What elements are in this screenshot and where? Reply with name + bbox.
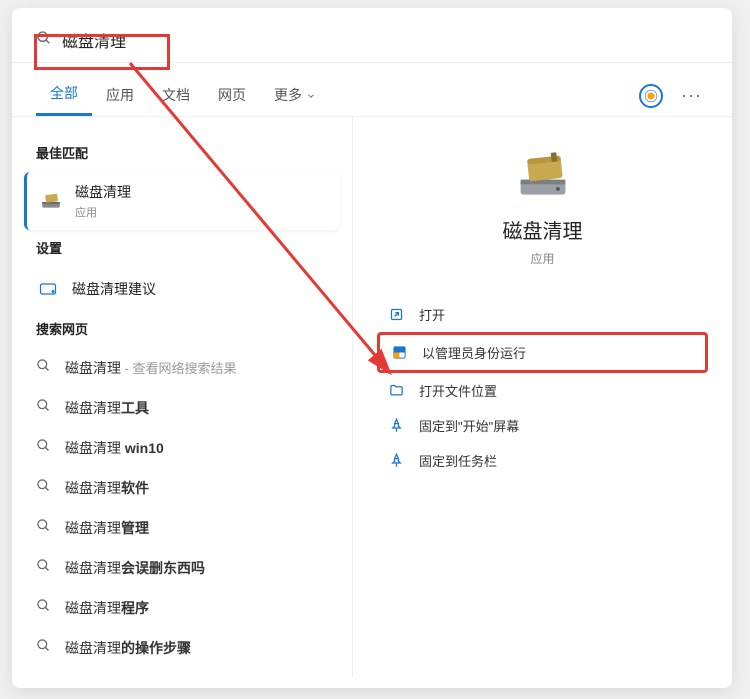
preview-sub: 应用 [377, 250, 708, 267]
search-icon [36, 398, 51, 418]
settings-item[interactable]: 磁盘清理建议 [24, 267, 340, 311]
tab-more[interactable]: 更多 [260, 77, 330, 115]
tab-docs[interactable]: 文档 [148, 77, 204, 115]
action-open[interactable]: 打开 [377, 297, 708, 332]
search-bar[interactable]: 磁盘清理 [12, 8, 732, 63]
disk-icon [36, 277, 60, 301]
search-icon [36, 438, 51, 458]
content-area: 最佳匹配 磁盘清理 应用 设置 磁盘清理建议 搜索网页 [12, 117, 732, 677]
web-suggestion-5[interactable]: 磁盘清理会误删东西吗 [24, 548, 340, 588]
folder-icon [387, 382, 405, 400]
open-icon [387, 306, 405, 324]
search-window: 磁盘清理 全部 应用 文档 网页 更多 ··· 最佳匹配 磁盘清理 应用 [12, 8, 732, 688]
shield-icon [390, 344, 408, 362]
search-icon [36, 30, 52, 51]
web-suggestion-6[interactable]: 磁盘清理程序 [24, 588, 340, 628]
web-suggestion-7[interactable]: 磁盘清理的操作步骤 [24, 628, 340, 668]
search-icon [36, 358, 51, 378]
search-query: 磁盘清理 [62, 28, 126, 52]
action-run-admin[interactable]: 以管理员身份运行 [377, 332, 708, 373]
more-options-icon[interactable]: ··· [675, 85, 708, 106]
tab-all[interactable]: 全部 [36, 75, 92, 116]
disk-cleanup-icon [39, 189, 63, 213]
tabs-row: 全部 应用 文档 网页 更多 ··· [12, 63, 732, 117]
settings-item-title: 磁盘清理建议 [72, 279, 156, 299]
search-icon [36, 478, 51, 498]
best-match-title: 磁盘清理 [75, 182, 131, 202]
action-pin-start[interactable]: 固定到"开始"屏幕 [377, 408, 708, 443]
search-icon [36, 558, 51, 578]
action-list: 打开 以管理员身份运行 打开文件位置 固定到"开始"屏幕 固定到任务栏 [377, 297, 708, 478]
section-settings: 设置 [36, 238, 328, 257]
best-match-item[interactable]: 磁盘清理 应用 [24, 172, 340, 230]
tab-web[interactable]: 网页 [204, 77, 260, 115]
web-suggestion-4[interactable]: 磁盘清理管理 [24, 508, 340, 548]
rewards-badge-icon[interactable] [639, 84, 663, 108]
web-suggestion-3[interactable]: 磁盘清理软件 [24, 468, 340, 508]
section-search-web: 搜索网页 [36, 319, 328, 338]
right-panel: 磁盘清理 应用 打开 以管理员身份运行 打开文件位置 固定到"开始"屏幕 [352, 117, 732, 677]
search-icon [36, 518, 51, 538]
best-match-sub: 应用 [75, 204, 131, 220]
section-best-match: 最佳匹配 [36, 143, 328, 162]
left-panel: 最佳匹配 磁盘清理 应用 设置 磁盘清理建议 搜索网页 [12, 117, 352, 677]
preview-icon [377, 151, 708, 199]
web-suggestion-1[interactable]: 磁盘清理工具 [24, 388, 340, 428]
tab-apps[interactable]: 应用 [92, 77, 148, 115]
pin-icon [387, 417, 405, 435]
preview-title: 磁盘清理 [377, 215, 708, 244]
web-suggestion-0[interactable]: 磁盘清理 - 查看网络搜索结果 [24, 348, 340, 388]
web-suggestion-2[interactable]: 磁盘清理 win10 [24, 428, 340, 468]
search-icon [36, 598, 51, 618]
action-open-location[interactable]: 打开文件位置 [377, 373, 708, 408]
pin-icon [387, 452, 405, 470]
action-pin-taskbar[interactable]: 固定到任务栏 [377, 443, 708, 478]
search-icon [36, 638, 51, 658]
